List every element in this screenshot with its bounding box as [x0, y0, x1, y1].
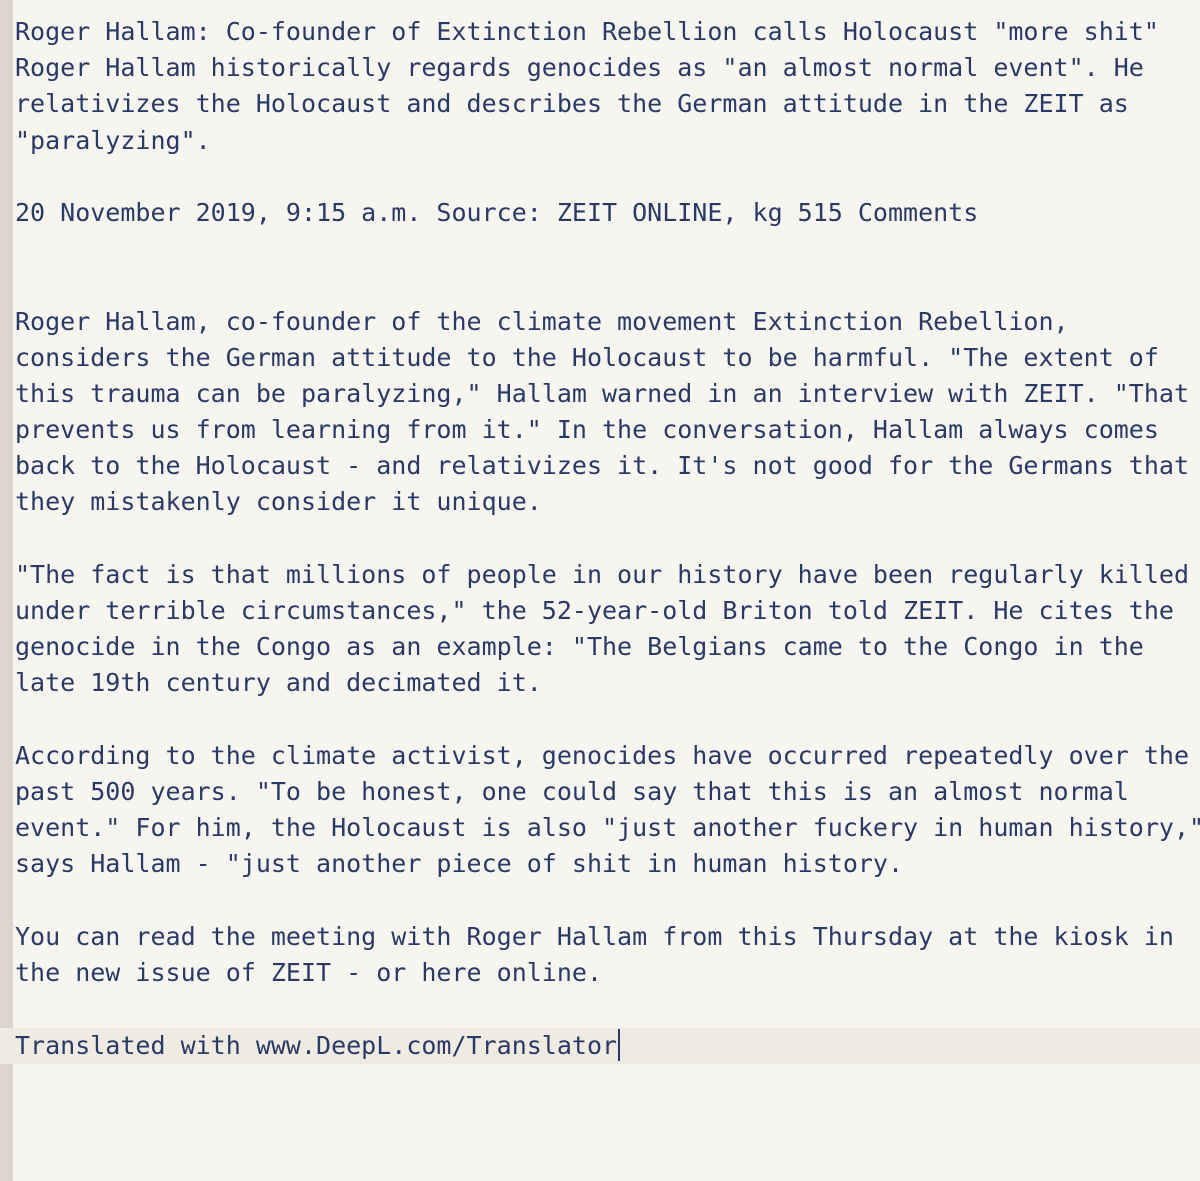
current-line-text[interactable]: Translated with www.DeepL.com/Translator [15, 1028, 621, 1064]
editor-line[interactable]: this trauma can be paralyzing," Hallam w… [15, 376, 1189, 412]
editor-line[interactable] [15, 159, 1185, 195]
editor-line[interactable]: Roger Hallam, co-founder of the climate … [15, 304, 1185, 340]
editor-line[interactable]: prevents us from learning from it." In t… [15, 412, 1185, 448]
editor-line[interactable] [15, 883, 1185, 919]
editor-line[interactable]: back to the Holocaust - and relativizes … [15, 448, 1189, 484]
text-caret [618, 1029, 621, 1061]
editor-line[interactable]: event." For him, the Holocaust is also "… [15, 810, 1200, 846]
editor-line[interactable]: late 19th century and decimated it. [15, 665, 1185, 701]
editor-line[interactable]: You can read the meeting with Roger Hall… [15, 919, 1185, 955]
editor-line[interactable] [15, 267, 1185, 303]
editor-line[interactable] [15, 991, 1185, 1027]
editor-line[interactable] [15, 521, 1185, 557]
editor-line[interactable]: the new issue of ZEIT - or here online. [15, 955, 1185, 991]
editor-line[interactable]: Roger Hallam historically regards genoci… [15, 50, 1185, 86]
editor-line[interactable]: they mistakenly consider it unique. [15, 484, 1185, 520]
editor-line[interactable]: genocide in the Congo as an example: "Th… [15, 629, 1185, 665]
editor-line[interactable]: under terrible circumstances," the 52-ye… [15, 593, 1185, 629]
current-line-highlight[interactable]: Translated with www.DeepL.com/Translator [0, 1028, 1200, 1064]
editor-line[interactable] [15, 231, 1185, 267]
editor-gutter [0, 0, 13, 1181]
editor-line[interactable]: "paralyzing". [15, 123, 1185, 159]
editor-line[interactable]: 20 November 2019, 9:15 a.m. Source: ZEIT… [15, 195, 1185, 231]
editor-line[interactable] [15, 702, 1185, 738]
editor-line[interactable]: says Hallam - "just another piece of shi… [15, 846, 1185, 882]
editor-line[interactable]: considers the German attitude to the Hol… [15, 340, 1185, 376]
editor-line[interactable]: relativizes the Holocaust and describes … [15, 86, 1185, 122]
editor-line[interactable]: past 500 years. "To be honest, one could… [15, 774, 1185, 810]
editor-line[interactable]: Roger Hallam: Co-founder of Extinction R… [15, 14, 1185, 50]
editor-text-area[interactable]: Roger Hallam: Co-founder of Extinction R… [15, 14, 1200, 1027]
translator-credit-line[interactable]: Translated with www.DeepL.com/Translator [15, 1031, 617, 1060]
editor-line[interactable]: "The fact is that millions of people in … [15, 557, 1189, 593]
text-editor-window: Translated with www.DeepL.com/Translator… [0, 0, 1200, 1181]
editor-line[interactable]: According to the climate activist, genoc… [15, 738, 1189, 774]
